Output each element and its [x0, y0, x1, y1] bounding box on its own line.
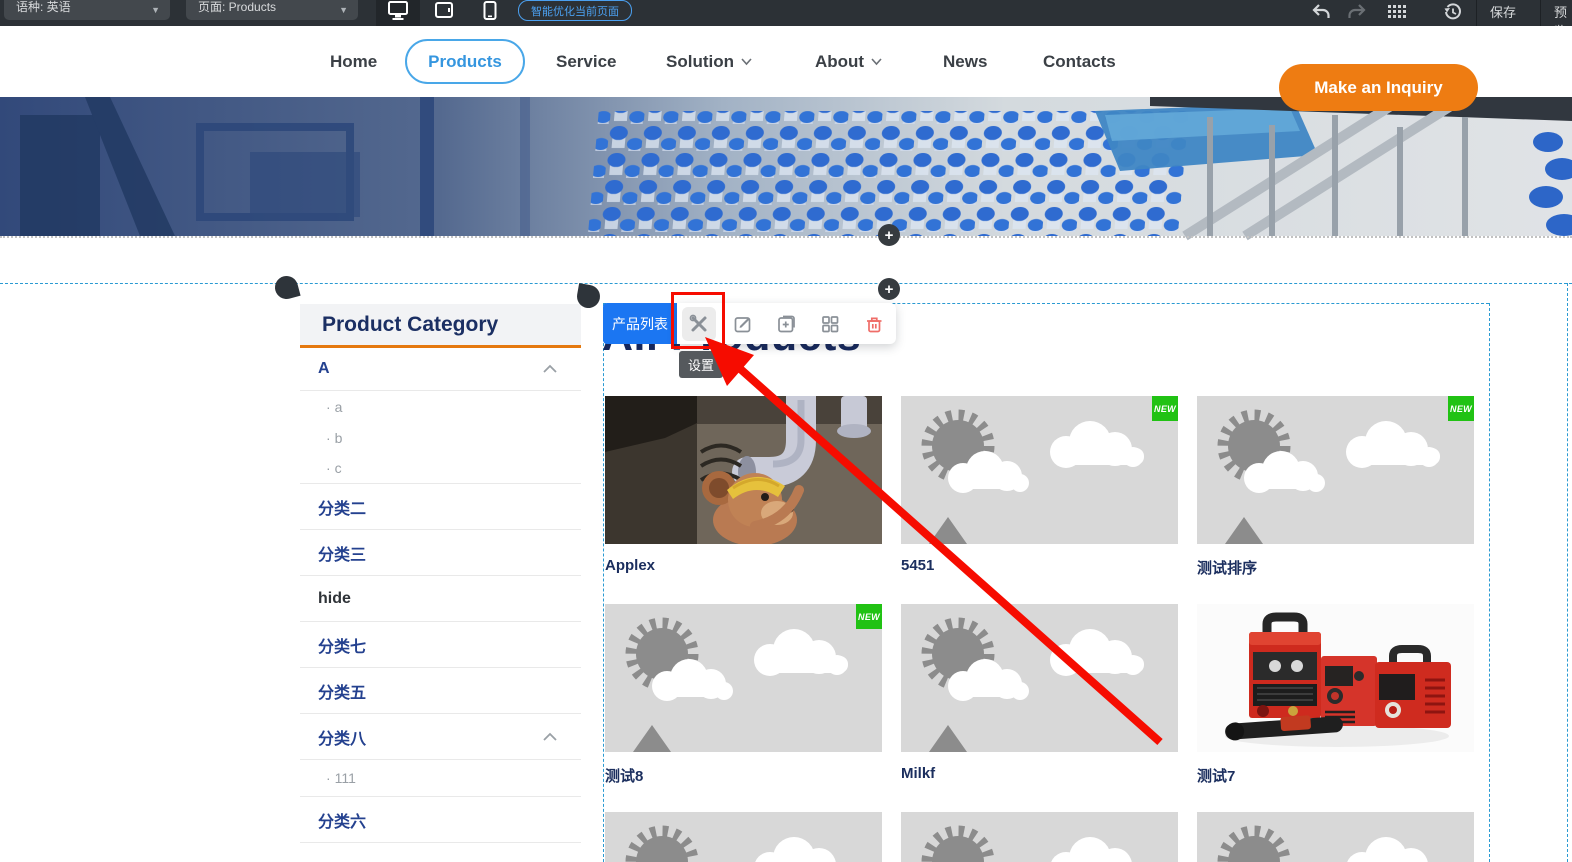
- mobile-view-button[interactable]: [468, 0, 512, 26]
- undo-icon[interactable]: [1308, 1, 1334, 23]
- delete-icon[interactable]: [857, 307, 891, 341]
- chevron-down-icon: ▼: [329, 5, 348, 15]
- product-image-machines: [1197, 604, 1474, 752]
- editor-page: 语种: 英语 ▼ 页面: Products ▼ 智能优化当前页面: [0, 0, 1572, 862]
- product-image-placeholder: [1197, 812, 1474, 862]
- chevron-down-icon: [871, 58, 882, 65]
- hero-banner[interactable]: [0, 97, 1572, 236]
- page-dropdown-label: 页面: Products: [198, 0, 276, 15]
- chevron-down-icon: ▼: [141, 5, 160, 15]
- sidebar-item-category5[interactable]: 分类五: [300, 668, 581, 714]
- settings-tooltip: 设置: [679, 351, 723, 378]
- product-image-placeholder: [901, 812, 1178, 862]
- language-dropdown-label: 语种: 英语: [16, 0, 71, 15]
- desktop-view-button[interactable]: [376, 0, 420, 26]
- sidebar-item-category8[interactable]: 分类八: [300, 714, 581, 760]
- site-navbar: Home Products Service Solution About New…: [0, 26, 1572, 97]
- sidebar-title: Product Category: [300, 304, 581, 348]
- annotation-highlight-box: [671, 292, 725, 349]
- sidebar-item-hide[interactable]: hide: [300, 576, 581, 622]
- section-border-right: [1567, 283, 1568, 862]
- save-button[interactable]: 保存: [1490, 2, 1516, 21]
- nav-item-products-active[interactable]: Products: [405, 39, 525, 84]
- product-card[interactable]: NEW 5451: [901, 396, 1178, 574]
- nav-item-about[interactable]: About: [815, 26, 882, 97]
- product-name: 测试排序: [1197, 557, 1474, 578]
- smart-optimize-button[interactable]: 智能优化当前页面: [518, 0, 632, 21]
- nav-item-service[interactable]: Service: [556, 26, 617, 97]
- mobile-icon: [483, 1, 497, 26]
- product-card[interactable]: NEW 测试排序: [1197, 396, 1474, 578]
- sidebar-item-category7[interactable]: 分类七: [300, 622, 581, 668]
- product-image-placeholder: [605, 812, 882, 862]
- module-border-right: [1489, 303, 1490, 862]
- tablet-view-button[interactable]: [422, 0, 466, 26]
- sidebar-subitem-a[interactable]: a: [300, 391, 581, 422]
- product-card[interactable]: [1197, 812, 1474, 862]
- sidebar-item-A[interactable]: A: [300, 348, 581, 391]
- new-badge: NEW: [1152, 396, 1178, 421]
- toolbar-divider: [1476, 0, 1477, 26]
- sidebar-item-category6[interactable]: 分类六: [300, 797, 581, 843]
- product-image-placeholder: [901, 604, 1178, 752]
- sidebar-subitem-111[interactable]: 111: [300, 760, 581, 797]
- product-name: 5451: [901, 557, 1178, 574]
- duplicate-icon[interactable]: [769, 307, 803, 341]
- section-border-dashed: [0, 283, 1572, 284]
- product-card[interactable]: [901, 812, 1178, 862]
- product-image-placeholder: NEW: [1197, 396, 1474, 544]
- desktop-icon: [387, 1, 409, 26]
- product-name: 测试7: [1197, 765, 1474, 786]
- make-inquiry-button[interactable]: Make an Inquiry: [1279, 64, 1478, 111]
- product-card[interactable]: Applex: [605, 396, 882, 574]
- chevron-down-icon: [741, 58, 752, 65]
- add-section-button[interactable]: +: [878, 278, 900, 300]
- section-divider-dotted: [0, 236, 1572, 238]
- preview-button[interactable]: 预览: [1554, 2, 1572, 26]
- tablet-icon: [433, 1, 455, 26]
- sidebar-subitem-c[interactable]: c: [300, 453, 581, 484]
- sidebar-subitem-b[interactable]: b: [300, 422, 581, 453]
- nav-item-contacts[interactable]: Contacts: [1043, 26, 1116, 97]
- product-card[interactable]: [605, 812, 882, 862]
- product-card[interactable]: NEW 测试8: [605, 604, 882, 786]
- history-icon[interactable]: [1440, 1, 1466, 23]
- product-image-cartoon: [605, 396, 882, 544]
- module-border-left: [603, 303, 604, 862]
- product-card[interactable]: 测试7: [1197, 604, 1474, 786]
- edit-icon[interactable]: [726, 307, 760, 341]
- page-dropdown[interactable]: 页面: Products ▼: [186, 0, 358, 20]
- product-name: Milkf: [901, 765, 1178, 782]
- nav-item-home[interactable]: Home: [330, 26, 377, 97]
- chevron-up-icon: [543, 365, 557, 373]
- product-image-placeholder: NEW: [605, 604, 882, 752]
- product-image-placeholder: NEW: [901, 396, 1178, 544]
- redo-icon[interactable]: [1344, 1, 1370, 23]
- nav-item-news[interactable]: News: [943, 26, 987, 97]
- module-tag[interactable]: 产品列表: [603, 303, 677, 344]
- toolbar-divider: [1540, 0, 1541, 26]
- nav-item-solution[interactable]: Solution: [666, 26, 752, 97]
- sidebar-item-category2[interactable]: 分类二: [300, 484, 581, 530]
- product-name: Applex: [605, 557, 882, 574]
- chevron-up-icon: [543, 733, 557, 741]
- layout-grid-icon[interactable]: [813, 307, 847, 341]
- drag-handle[interactable]: [272, 273, 300, 301]
- sidebar-item-category3[interactable]: 分类三: [300, 530, 581, 576]
- product-name: 测试8: [605, 765, 882, 786]
- product-card[interactable]: Milkf: [901, 604, 1178, 782]
- product-category-sidebar: Product Category A a b c 分类二 分类三 hide 分类…: [300, 304, 581, 843]
- editor-toolbar: 语种: 英语 ▼ 页面: Products ▼ 智能优化当前页面: [0, 0, 1572, 26]
- new-badge: NEW: [856, 604, 882, 629]
- language-dropdown[interactable]: 语种: 英语 ▼: [4, 0, 170, 20]
- apps-grid-icon[interactable]: [1384, 1, 1410, 23]
- add-section-button[interactable]: +: [878, 224, 900, 246]
- new-badge: NEW: [1448, 396, 1474, 421]
